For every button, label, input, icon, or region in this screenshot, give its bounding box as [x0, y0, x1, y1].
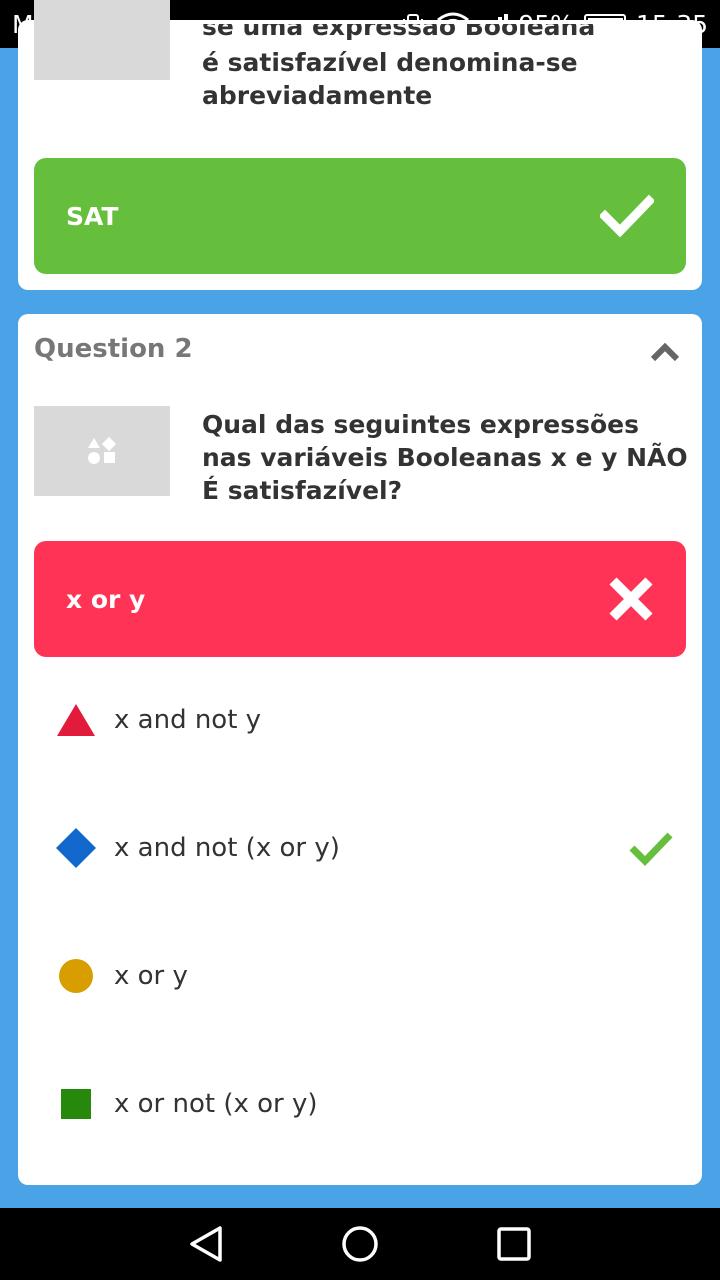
question-2-header: Question 2 [34, 334, 193, 364]
question-image-placeholder [34, 0, 170, 80]
shapes-icon [88, 437, 117, 464]
check-icon [600, 194, 654, 238]
diamond-icon [56, 828, 96, 868]
option-row-2: x and not (x or y) [54, 818, 674, 878]
recents-icon[interactable] [496, 1226, 532, 1262]
triangle-icon [57, 704, 95, 736]
answer-label: SAT [66, 201, 119, 231]
option-label: x and not y [114, 705, 262, 735]
question-1-text-line2: é satisfazível denomina-se [202, 48, 578, 77]
home-icon[interactable] [340, 1224, 380, 1264]
question-card-2: Question 2 Qual das seguintes expressões… [18, 314, 702, 1185]
circle-icon [59, 959, 93, 993]
option-label: x or y [114, 961, 188, 991]
back-icon[interactable] [188, 1224, 224, 1264]
option-row-4: x or not (x or y) [54, 1074, 674, 1134]
option-row-1: x and not y [54, 690, 674, 750]
question-1-text: se uma expressão Booleana é satisfazível… [202, 24, 692, 112]
question-1-text-line3: abreviadamente [202, 81, 433, 110]
selected-answer-label: x or y [66, 584, 146, 614]
option-row-3: x or y [54, 946, 674, 1006]
correct-check-icon [629, 832, 673, 866]
question-image-placeholder [34, 406, 170, 496]
question-1-text-partial: se uma expressão Booleana [202, 24, 596, 41]
answer-result-wrong: x or y [34, 541, 686, 657]
question-card-1: se uma expressão Booleana é satisfazível… [18, 0, 702, 290]
navigation-bar [0, 1208, 720, 1280]
close-icon [609, 577, 653, 621]
answer-result-correct: SAT [34, 158, 686, 274]
square-icon [61, 1089, 91, 1119]
chevron-up-icon[interactable] [650, 342, 680, 362]
option-label: x and not (x or y) [114, 833, 340, 863]
option-label: x or not (x or y) [114, 1089, 318, 1119]
question-2-text: Qual das seguintes expressões nas variáv… [202, 410, 688, 505]
